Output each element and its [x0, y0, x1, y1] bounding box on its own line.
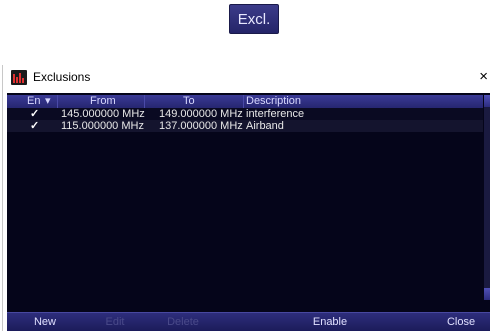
vertical-scrollbar[interactable] — [484, 95, 490, 300]
enabled-check-icon[interactable]: ✓ — [30, 120, 39, 132]
to-cell: 149.000000 MHz — [159, 108, 243, 120]
app-icon — [11, 70, 27, 85]
column-header-from[interactable]: From — [90, 95, 116, 108]
enable-button[interactable]: Enable — [290, 312, 370, 331]
scroll-down-button[interactable] — [484, 288, 490, 300]
column-header-description[interactable]: Description — [246, 95, 301, 108]
table-header: En ▾ From To Description — [7, 95, 483, 108]
exclusions-panel: En ▾ From To Description ✓ 145.000000 MH… — [7, 93, 490, 331]
delete-button[interactable]: Delete — [147, 312, 219, 331]
scroll-up-button[interactable] — [484, 95, 490, 107]
enabled-check-icon[interactable]: ✓ — [30, 108, 39, 120]
from-cell: 145.000000 MHz — [61, 108, 145, 120]
sort-arrow-icon[interactable]: ▾ — [45, 95, 51, 108]
description-cell: interference — [246, 108, 305, 120]
table-row[interactable]: ✓ 115.000000 MHz 137.000000 MHz Airband — [7, 120, 483, 132]
excl-button[interactable]: Excl. — [229, 4, 279, 34]
description-cell: Airband — [246, 120, 284, 132]
to-cell: 137.000000 MHz — [159, 120, 243, 132]
table-row[interactable]: ✓ 145.000000 MHz 149.000000 MHz interfer… — [7, 108, 483, 120]
edit-button[interactable]: Edit — [79, 312, 151, 331]
close-button[interactable]: Close — [432, 312, 490, 331]
button-bar: New Edit Delete Enable Close — [7, 312, 490, 331]
title-bar: Exclusions × — [3, 65, 493, 90]
close-icon[interactable]: × — [479, 67, 488, 87]
exclusions-window: Exclusions × En ▾ From To Description ✓ … — [2, 65, 493, 331]
column-header-en[interactable]: En — [27, 95, 40, 108]
from-cell: 115.000000 MHz — [61, 120, 144, 132]
column-header-to[interactable]: To — [183, 95, 195, 108]
new-button[interactable]: New — [7, 312, 83, 331]
window-title: Exclusions — [33, 70, 91, 84]
